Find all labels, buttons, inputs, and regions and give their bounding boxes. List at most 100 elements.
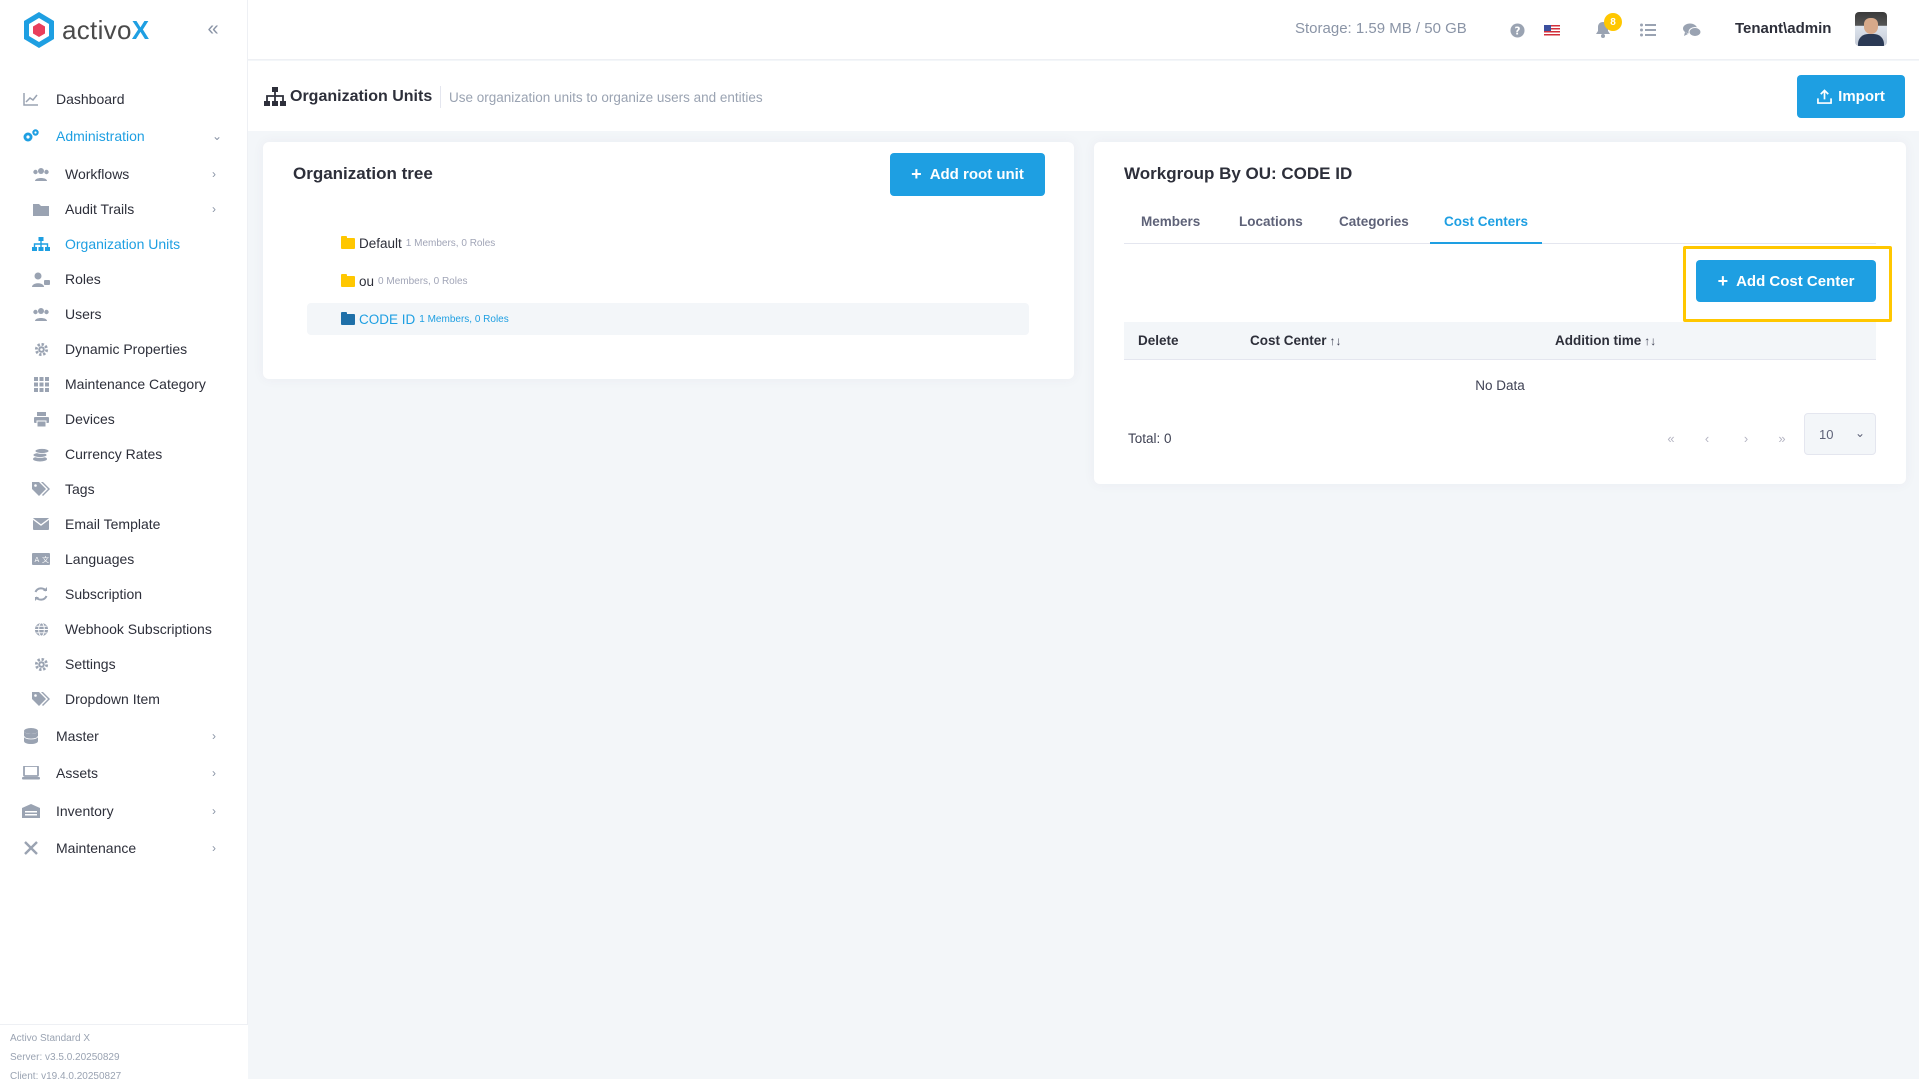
sidebar-item-webhook-subscriptions[interactable]: Webhook Subscriptions: [0, 610, 248, 648]
sidebar-item-maintenance[interactable]: Maintenance ›: [0, 829, 248, 867]
sidebar-item-organization-units[interactable]: Organization Units: [0, 225, 248, 263]
grid-icon: [32, 375, 50, 393]
column-addition-time[interactable]: Addition time ↑↓: [1555, 333, 1656, 348]
sort-icon: ↑↓: [1644, 334, 1657, 348]
sidebar-item-devices[interactable]: Devices: [0, 400, 248, 438]
gear-icon: [32, 340, 50, 358]
sidebar-item-inventory[interactable]: Inventory ›: [0, 792, 248, 830]
users-icon: [32, 165, 50, 183]
sidebar-item-master[interactable]: Master ›: [0, 717, 248, 755]
sidebar-item-maintenance-category[interactable]: Maintenance Category: [0, 365, 248, 403]
task-list-icon[interactable]: [1638, 20, 1658, 40]
chevron-right-icon: ›: [212, 202, 216, 216]
avatar[interactable]: [1855, 12, 1887, 46]
chevron-down-icon: ⌄: [1855, 426, 1866, 440]
database-icon: [22, 727, 40, 745]
plus-icon: +: [911, 164, 922, 184]
upload-icon: [1817, 89, 1833, 104]
column-delete: Delete: [1138, 333, 1179, 348]
sort-icon: ↑↓: [1329, 334, 1342, 348]
sidebar: activoX « Dashboard Administration ⌄ Wor…: [0, 0, 248, 1079]
folder-icon: [341, 273, 355, 287]
first-page-icon[interactable]: «: [1659, 426, 1683, 450]
svg-text:A: A: [35, 556, 40, 564]
us-flag-icon[interactable]: [1542, 20, 1562, 40]
sidebar-item-dashboard[interactable]: Dashboard: [0, 80, 248, 118]
activox-logo-icon: [24, 12, 54, 48]
tags-icon: [32, 690, 50, 708]
sidebar-item-users[interactable]: Users: [0, 295, 248, 333]
column-cost-center[interactable]: Cost Center ↑↓: [1250, 333, 1342, 348]
highlight-box: [1683, 246, 1892, 322]
sidebar-item-workflows[interactable]: Workflows ›: [0, 155, 248, 193]
tab-locations[interactable]: Locations: [1239, 214, 1303, 244]
sidebar-item-administration[interactable]: Administration ⌄: [0, 117, 248, 155]
chevron-down-icon: ⌄: [212, 129, 223, 143]
globe-icon: [32, 620, 50, 638]
next-page-icon[interactable]: ›: [1734, 426, 1758, 450]
tags-icon: [32, 480, 50, 498]
total-count: Total: 0: [1128, 431, 1172, 446]
product-name: Activo Standard X: [10, 1033, 91, 1044]
tab-members[interactable]: Members: [1141, 214, 1200, 244]
folder-icon: [341, 311, 355, 325]
tab-cost-centers[interactable]: Cost Centers: [1430, 214, 1543, 244]
tools-icon: [22, 839, 40, 857]
sidebar-item-tags[interactable]: Tags: [0, 470, 248, 508]
sidebar-item-audit-trails[interactable]: Audit Trails ›: [0, 190, 248, 228]
import-button[interactable]: Import: [1797, 75, 1905, 118]
sidebar-item-subscription[interactable]: Subscription: [0, 575, 248, 613]
printer-icon: [32, 410, 50, 428]
prev-page-icon[interactable]: ‹: [1695, 426, 1719, 450]
sidebar-item-dropdown-item[interactable]: Dropdown Item: [0, 680, 248, 718]
chevron-right-icon: ›: [212, 766, 216, 780]
notification-badge: 8: [1604, 13, 1622, 31]
chat-icon[interactable]: [1682, 20, 1702, 40]
chevron-right-icon: ›: [212, 804, 216, 818]
chevron-right-icon: ›: [212, 841, 216, 855]
sidebar-item-roles[interactable]: Roles: [0, 260, 248, 298]
topbar: Storage: 1.59 MB / 50 GB ? 8 Tenant\admi…: [248, 0, 1919, 60]
title-divider: [440, 86, 441, 108]
coins-icon: [32, 445, 50, 463]
svg-text:文: 文: [42, 555, 49, 564]
empty-table-message: No Data: [1475, 378, 1525, 393]
sync-icon: [32, 585, 50, 603]
page-title: Organization Units: [290, 88, 433, 105]
chevron-right-icon: ›: [212, 729, 216, 743]
chevron-right-icon: ›: [212, 167, 216, 181]
page-size-select[interactable]: 10 ⌄: [1804, 413, 1876, 455]
svg-text:?: ?: [1514, 25, 1520, 37]
sitemap-icon: [32, 235, 50, 253]
storage-usage: Storage: 1.59 MB / 50 GB: [1295, 20, 1467, 37]
cogs-icon: [22, 127, 40, 145]
gear-icon: [32, 655, 50, 673]
folder-icon: [341, 235, 355, 249]
tab-categories[interactable]: Categories: [1339, 214, 1409, 244]
sidebar-item-languages[interactable]: A文 Languages: [0, 540, 248, 578]
folder-icon: [32, 200, 50, 218]
collapse-sidebar-icon[interactable]: «: [202, 18, 224, 40]
sidebar-item-dynamic-properties[interactable]: Dynamic Properties: [0, 330, 248, 368]
brand: activoX «: [0, 0, 247, 60]
laptop-icon: [22, 764, 40, 782]
sidebar-item-currency-rates[interactable]: Currency Rates: [0, 435, 248, 473]
user-name[interactable]: Tenant\admin: [1735, 20, 1831, 37]
sidebar-item-settings[interactable]: Settings: [0, 645, 248, 683]
user-tag-icon: [32, 270, 50, 288]
version-info: Activo Standard X Server: v3.5.0.2025082…: [0, 1024, 248, 1079]
workgroup-title: Workgroup By OU: CODE ID: [1124, 164, 1353, 183]
envelope-icon: [32, 515, 50, 533]
tree-node-ou[interactable]: ou 0 Members, 0 Roles: [341, 265, 468, 297]
language-icon: A文: [32, 550, 50, 568]
last-page-icon[interactable]: »: [1770, 426, 1794, 450]
chart-line-icon: [22, 90, 40, 108]
sidebar-item-email-template[interactable]: Email Template: [0, 505, 248, 543]
add-root-unit-button[interactable]: + Add root unit: [890, 153, 1045, 196]
tree-node-default[interactable]: Default 1 Members, 0 Roles: [341, 227, 495, 259]
server-version: Server: v3.5.0.20250829: [10, 1052, 120, 1063]
sidebar-item-assets[interactable]: Assets ›: [0, 754, 248, 792]
tree-node-code-id[interactable]: CODE ID 1 Members, 0 Roles: [307, 303, 1029, 335]
users-icon: [32, 305, 50, 323]
help-icon[interactable]: ?: [1507, 20, 1527, 40]
